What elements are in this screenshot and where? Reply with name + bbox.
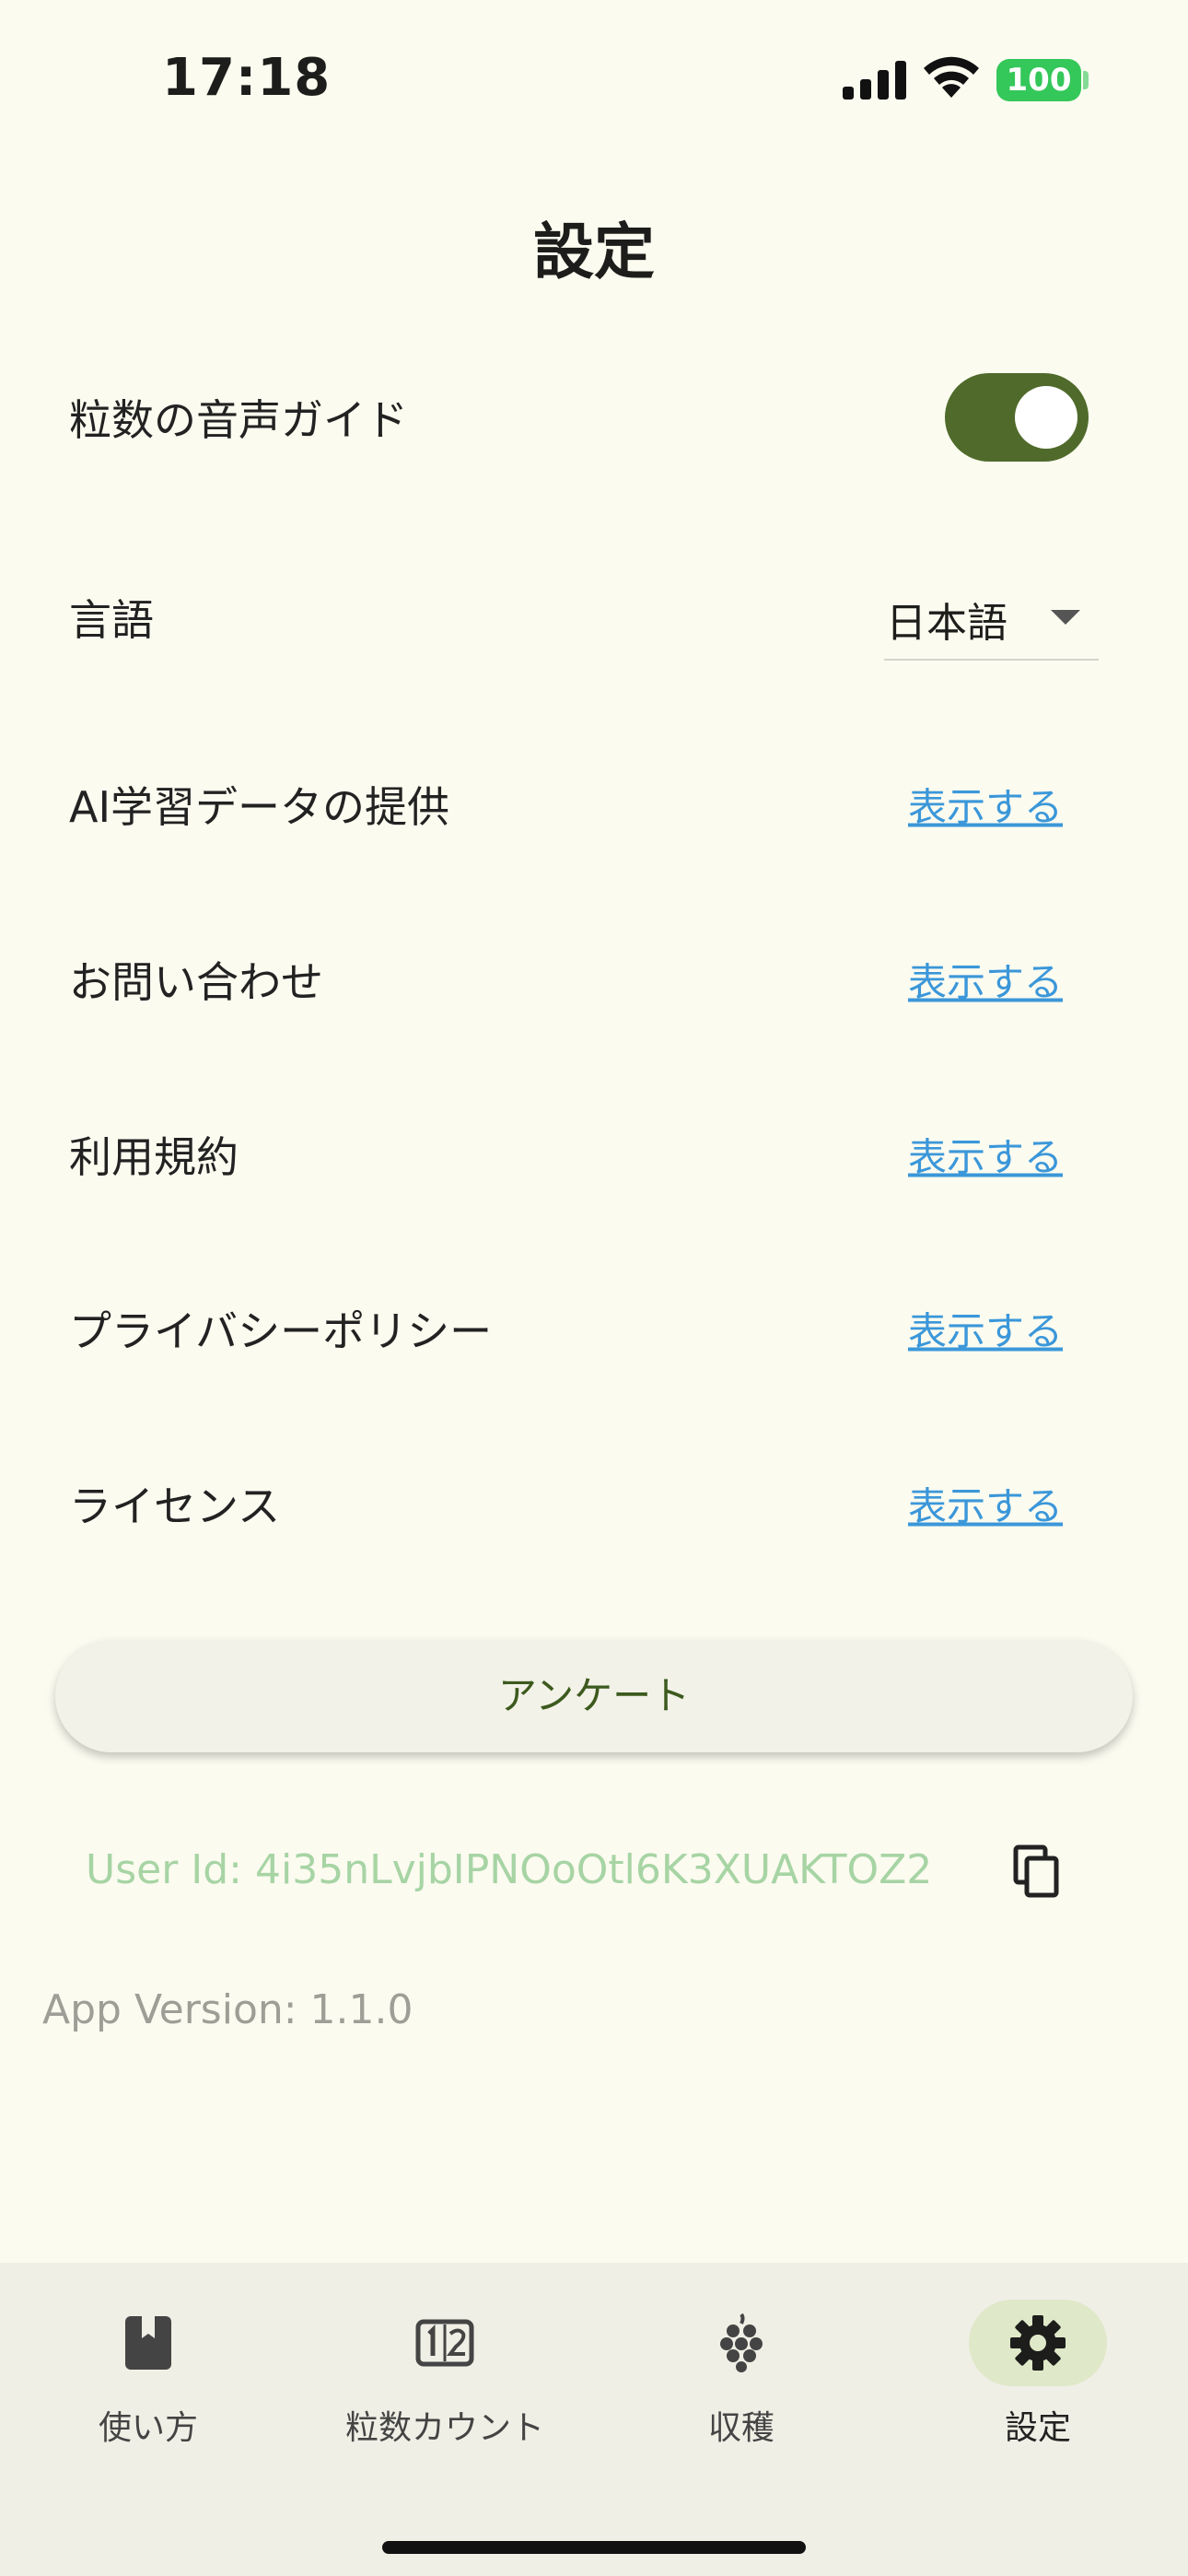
battery-icon: 100 [996, 59, 1081, 101]
nav-label-usage: 使い方 [98, 2409, 198, 2447]
nav-item-harvest[interactable]: 収穫 [593, 2300, 890, 2475]
home-indicator [382, 2541, 806, 2554]
page-title: 設定 [533, 217, 655, 287]
battery-cap [1083, 71, 1089, 89]
nav-item-settings[interactable]: 設定 [890, 2300, 1186, 2475]
voice-guide-label: 粒数の音声ガイド [69, 395, 408, 445]
status-bar: 17:18 100 [0, 0, 1188, 166]
contact-row: お問い合わせ 表示する [0, 929, 1188, 1030]
book-icon [79, 2300, 217, 2386]
privacy-label: プライバシーポリシー [69, 1306, 493, 1356]
language-label: 言語 [69, 595, 154, 645]
nav-label-harvest: 収穫 [707, 2409, 775, 2447]
wifi-icon [924, 56, 979, 98]
privacy-show-link[interactable]: 表示する [908, 1301, 1063, 1357]
license-label: ライセンス [69, 1481, 281, 1531]
copy-icon[interactable] [1013, 1844, 1061, 1898]
gear-icon [969, 2300, 1107, 2386]
nav-item-usage[interactable]: 使い方 [0, 2300, 297, 2475]
license-row: ライセンス 表示する [0, 1453, 1188, 1554]
nav-item-count[interactable]: 粒数カウント [297, 2300, 593, 2475]
counter-icon [376, 2300, 514, 2386]
dropdown-arrow-icon [1051, 610, 1080, 625]
ai-data-row: AI学習データの提供 表示する [0, 754, 1188, 855]
voice-guide-toggle[interactable] [945, 373, 1089, 462]
nav-label-settings: 設定 [1004, 2409, 1071, 2447]
survey-button[interactable]: アンケート [55, 1640, 1133, 1752]
user-id-text: User Id: 4i35nLvjbIPNOoOtl6K3XUAKTOZ2 [86, 1846, 933, 1893]
app-version-text: App Version: 1.1.0 [42, 1986, 413, 2033]
terms-show-link[interactable]: 表示する [908, 1127, 1063, 1183]
grape-icon [672, 2300, 810, 2386]
privacy-row: プライバシーポリシー 表示する [0, 1278, 1188, 1379]
terms-row: 利用規約 表示する [0, 1104, 1188, 1205]
nav-label-count: 粒数カウント [344, 2409, 544, 2447]
language-select[interactable]: 日本語 [884, 580, 1099, 661]
terms-label: 利用規約 [69, 1132, 239, 1182]
bottom-nav: 使い方 粒数カウント 収穫 設定 [0, 2263, 1188, 2576]
toggle-knob [1015, 386, 1077, 449]
contact-label: お問い合わせ [69, 957, 323, 1007]
language-value: 日本語 [886, 600, 1007, 647]
ai-data-label: AI学習データの提供 [69, 782, 450, 832]
contact-show-link[interactable]: 表示する [908, 952, 1063, 1008]
status-time: 17:18 [162, 48, 332, 108]
ai-data-show-link[interactable]: 表示する [908, 777, 1063, 833]
license-show-link[interactable]: 表示する [908, 1476, 1063, 1532]
signal-icon [843, 61, 906, 100]
